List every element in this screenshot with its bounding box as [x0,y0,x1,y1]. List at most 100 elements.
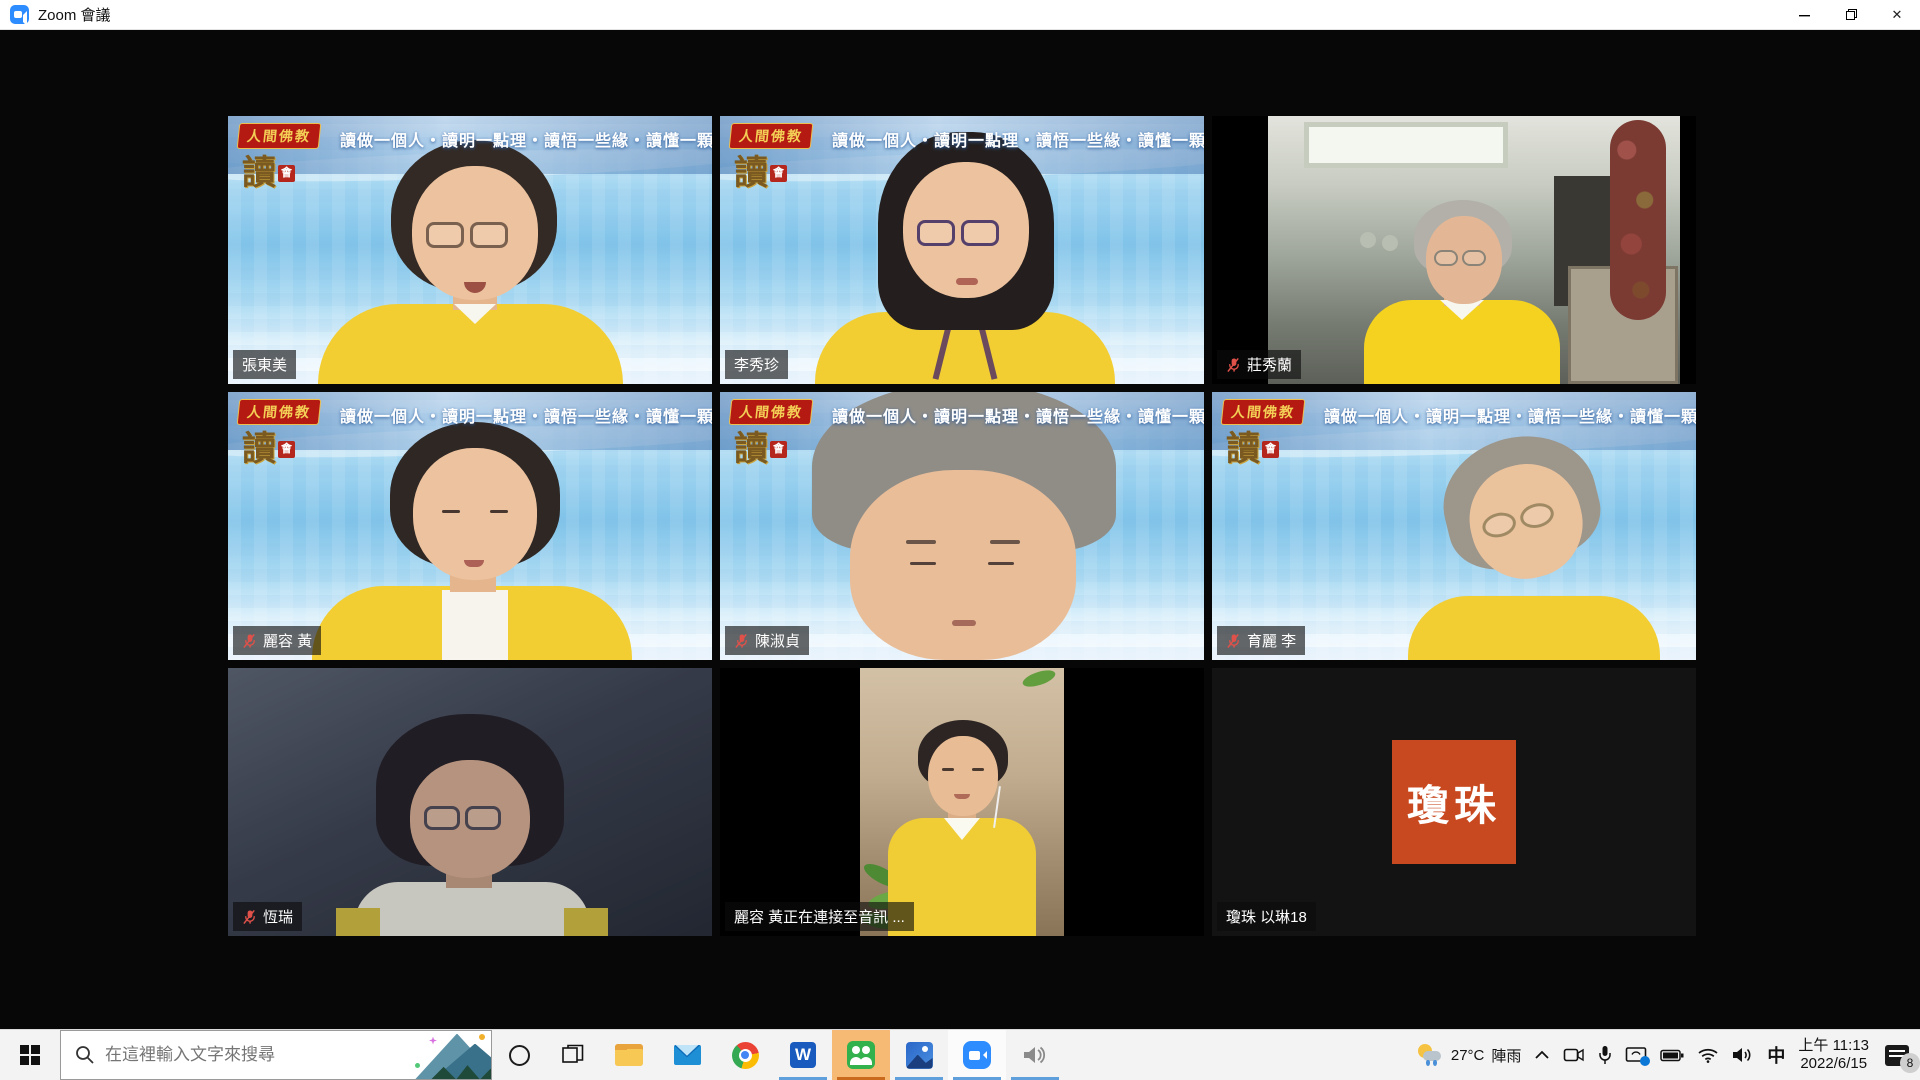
participant-name-label: 麗容 黃正在連接至音訊 ... [725,902,914,931]
weather-widget[interactable]: 27°C 陣雨 [1418,1044,1522,1066]
tray-time: 上午 11:13 [1798,1037,1869,1055]
notification-center-button[interactable]: 8 [1882,1040,1912,1070]
tray-weather-desc: 陣雨 [1491,1045,1521,1066]
dim-room-video [228,668,712,936]
volume-mixer-button[interactable] [1006,1030,1064,1080]
search-input[interactable] [105,1045,399,1065]
task-view-icon [562,1044,584,1066]
tray-speaker[interactable] [1732,1047,1754,1063]
inner-shirt [442,590,508,660]
word-icon: W [790,1042,816,1068]
chrome-button[interactable] [716,1030,774,1080]
video-tile-1[interactable]: 人間佛教 讀做一個人・讀明一點理・讀悟一些緣・讀懂一顆心 讀會 張東美 [228,116,712,384]
sparkle-yellow [479,1034,485,1040]
zoom-logo-icon [10,5,29,24]
glasses-icon [426,222,508,248]
muted-mic-icon [1226,357,1241,373]
avatar-text: 瓊珠 [1407,772,1501,833]
tray-cast[interactable] [1625,1046,1647,1064]
participant-name-label: 李秀珍 [725,350,788,379]
video-tile-2[interactable]: 人間佛教 讀做一個人・讀明一點理・讀悟一些緣・讀懂一顆心 讀會 李秀珍 [720,116,1204,384]
video-tile-7[interactable]: 恆瑞 [228,668,712,936]
tray-date: 2022/6/15 [1798,1055,1869,1073]
eyebrows [906,540,936,544]
zoom-camera-icon [963,1041,991,1069]
file-explorer-icon [615,1044,643,1066]
zoom-meeting-button[interactable] [832,1030,890,1080]
cast-status-dot [1640,1056,1650,1066]
muted-mic-icon [242,633,257,649]
minimize-button[interactable] [1782,0,1828,29]
dim-overlay [228,668,712,936]
video-tile-5[interactable]: 人間佛教 讀做一個人・讀明一點理・讀悟一些緣・讀懂一顆心 讀會 陳淑貞 [720,392,1204,660]
closed-eyes [910,562,936,565]
logo-stamp-icon: 會 [770,441,787,458]
file-explorer-button[interactable] [600,1030,658,1080]
window-controls: ✕ [1782,0,1920,29]
video-tile-6[interactable]: 人間佛教 讀做一個人・讀明一點理・讀悟一些緣・讀懂一顆心 讀會 育麗 李 [1212,392,1696,660]
photos-button[interactable] [890,1030,948,1080]
tray-overflow-chevron[interactable] [1534,1049,1550,1061]
notification-badge: 8 [1900,1053,1920,1073]
video-tile-4[interactable]: 人間佛教 讀做一個人・讀明一點理・讀悟一些緣・讀懂一顆心 讀會 麗容 黃 [228,392,712,660]
room-video [1268,116,1680,384]
news-widget-illustration[interactable] [399,1031,491,1080]
word-button[interactable]: W [774,1030,832,1080]
video-grid: 人間佛教 讀做一個人・讀明一點理・讀悟一些緣・讀懂一顆心 讀會 張東美 人間佛教… [0,30,1920,1029]
start-button[interactable] [0,1030,60,1080]
dried-wreath [1610,120,1666,320]
logo-stamp-icon: 會 [278,165,295,182]
banner-brand: 人間佛教 [237,399,322,425]
sparkle-pink [429,1037,437,1045]
participant-name-label: 麗容 黃 [233,626,321,655]
camera-icon [1563,1046,1585,1064]
logo-char: 讀 [734,154,768,192]
video-tile-9[interactable]: 瓊珠 瓊珠 以琳18 [1212,668,1696,936]
tray-temperature: 27°C [1451,1047,1485,1064]
cortana-button[interactable] [492,1030,546,1080]
tray-camera[interactable] [1563,1046,1585,1064]
zoom-app-button[interactable] [948,1030,1006,1080]
banner-slogan: 讀做一個人・讀明一點理・讀悟一些緣・讀懂一顆心 [340,127,712,151]
speaker-icon [1732,1047,1754,1063]
video-tile-8[interactable]: 麗容 黃正在連接至音訊 ... [720,668,1204,936]
microphone-icon [1598,1045,1612,1065]
mail-button[interactable] [658,1030,716,1080]
participant-name-label: 育麗 李 [1217,626,1305,655]
participant-name-label: 恆瑞 [233,902,302,931]
ime-indicator[interactable]: 中 [1767,1042,1785,1068]
reading-club-logo: 讀會 [734,156,787,190]
face [850,470,1076,660]
tray-clock[interactable]: 上午 11:13 2022/6/15 [1798,1037,1869,1073]
tray-battery[interactable] [1660,1049,1684,1062]
task-view-button[interactable] [546,1030,600,1080]
mouth [956,278,978,285]
glasses-icon [917,220,999,246]
reading-club-logo: 讀會 [734,432,787,466]
tray-wifi[interactable] [1697,1047,1719,1063]
video-tile-3[interactable]: 莊秀蘭 [1212,116,1696,384]
battery-icon [1660,1049,1684,1062]
weather-icon [1418,1044,1444,1066]
muted-mic-icon [734,633,749,649]
face [928,736,998,816]
close-button[interactable]: ✕ [1874,0,1920,29]
window-title: Zoom 會議 [38,4,111,25]
banner-brand: 人間佛教 [237,123,322,149]
leaf-decoration [1021,668,1057,690]
speaker-app-icon [1022,1044,1048,1066]
mouth [952,620,976,626]
windows-logo-icon [20,1045,40,1065]
banner-brand: 人間佛教 [729,399,814,425]
reading-club-logo: 讀會 [242,432,295,466]
restore-button[interactable] [1828,0,1874,29]
logo-char: 讀 [242,430,276,468]
participant-name-label: 莊秀蘭 [1217,350,1301,379]
portrait-video [860,668,1064,936]
tray-microphone[interactable] [1598,1045,1612,1065]
mouth [954,794,970,799]
sparkle-green [415,1063,420,1068]
participant-name-label: 張東美 [233,350,296,379]
skylight [1304,122,1508,168]
taskbar-search[interactable] [60,1030,492,1080]
